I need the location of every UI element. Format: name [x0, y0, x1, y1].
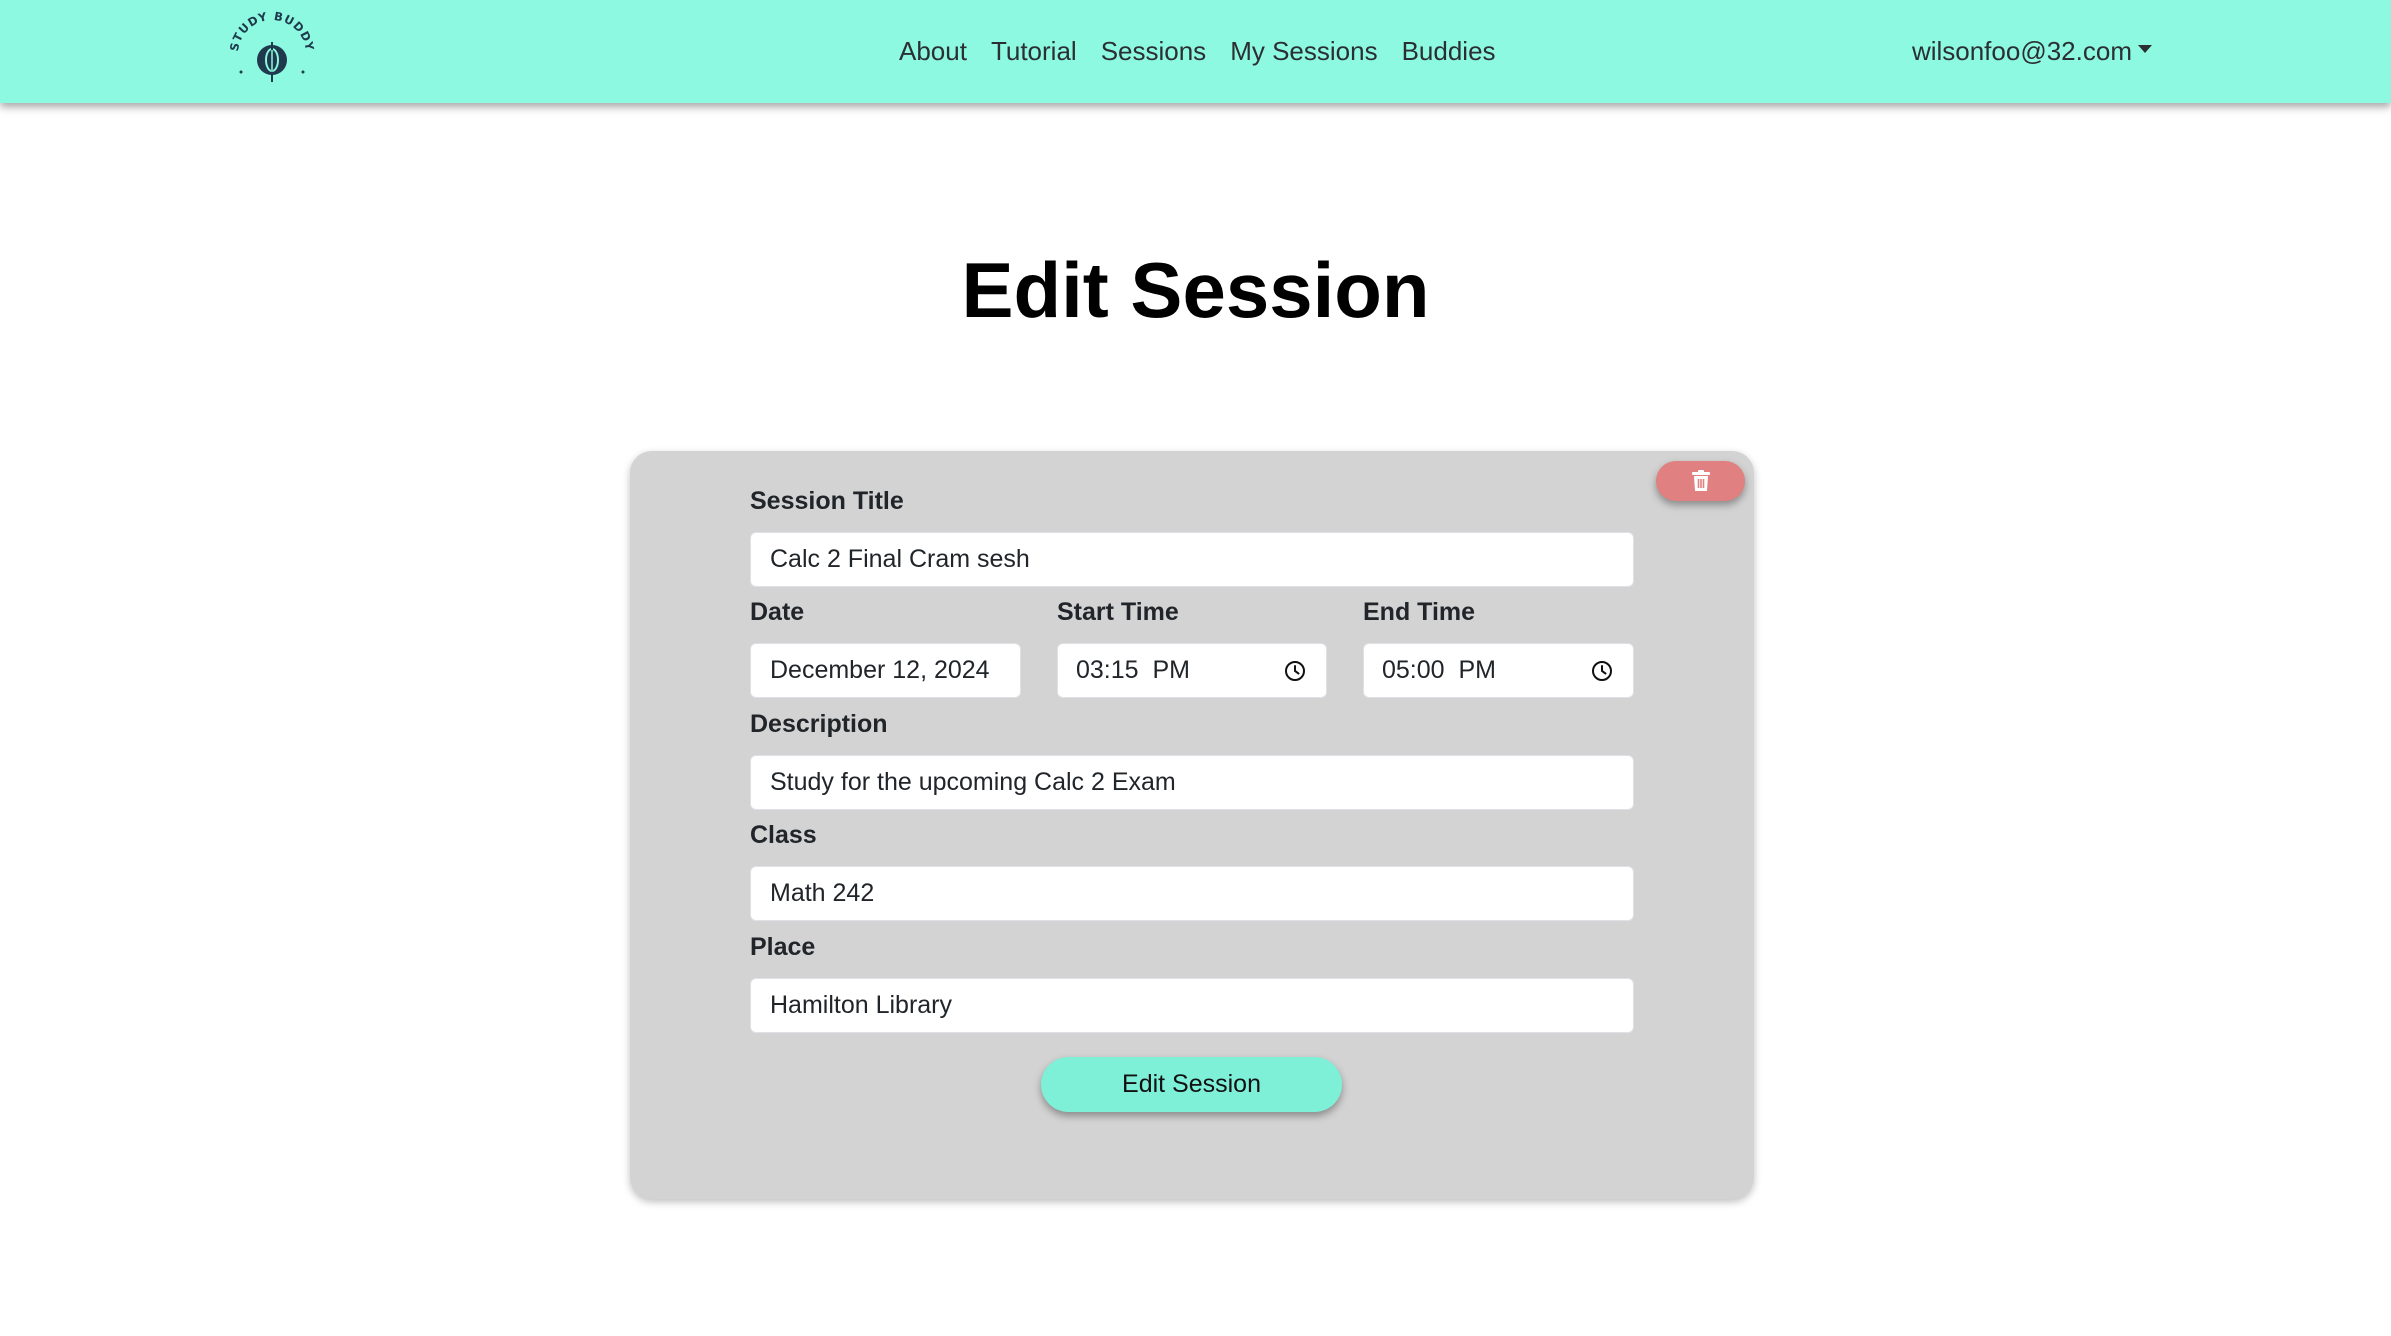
session-title-label: Session Title [750, 487, 904, 515]
date-label: Date [750, 598, 805, 626]
clock-icon[interactable] [1590, 659, 1614, 683]
class-label: Class [750, 821, 817, 849]
place-label: Place [750, 933, 816, 961]
user-email: wilsonfoo@32.com [1911, 36, 2132, 66]
start-time-input[interactable]: 03:15 PM [1057, 643, 1327, 698]
session-title-input[interactable]: Calc 2 Final Cram sesh [750, 532, 1634, 587]
start-time-label: Start Time [1057, 598, 1179, 626]
trash-icon [1691, 470, 1710, 491]
date-input[interactable]: December 12, 2024 [750, 643, 1021, 698]
place-value: Hamilton Library [770, 991, 953, 1019]
nav-link-sessions[interactable]: Sessions [1101, 36, 1207, 67]
edit-session-submit-button[interactable]: Edit Session [1041, 1057, 1342, 1112]
page-title: Edit Session [961, 246, 1430, 334]
nav-links: About Tutorial Sessions My Sessions Budd… [899, 0, 1496, 103]
session-title-value: Calc 2 Final Cram sesh [770, 545, 1030, 573]
place-input[interactable]: Hamilton Library [750, 978, 1634, 1033]
user-menu-dropdown[interactable]: wilsonfoo@32.com [1912, 0, 2152, 103]
description-value: Study for the upcoming Calc 2 Exam [770, 768, 1176, 796]
nav-link-buddies[interactable]: Buddies [1402, 36, 1496, 67]
start-time-value: 03:15 PM [1076, 656, 1190, 684]
nav-link-tutorial[interactable]: Tutorial [991, 36, 1077, 67]
caret-down-icon [2138, 44, 2152, 53]
description-input[interactable]: Study for the upcoming Calc 2 Exam [750, 755, 1634, 810]
nav-link-my-sessions[interactable]: My Sessions [1230, 36, 1377, 67]
delete-session-button[interactable] [1656, 461, 1745, 501]
clock-icon[interactable] [1283, 659, 1307, 683]
navbar: STUDY BUDDY About Tutorial Sessions My S… [0, 0, 2391, 103]
end-time-input[interactable]: 05:00 PM [1363, 643, 1634, 698]
class-value: Math 242 [770, 879, 875, 907]
nav-link-about[interactable]: About [899, 36, 967, 67]
class-input[interactable]: Math 242 [750, 866, 1634, 921]
date-value: December 12, 2024 [770, 656, 990, 684]
end-time-value: 05:00 PM [1382, 656, 1496, 684]
study-buddy-logo[interactable]: STUDY BUDDY [228, 10, 316, 90]
end-time-label: End Time [1363, 598, 1476, 626]
description-label: Description [750, 710, 888, 738]
